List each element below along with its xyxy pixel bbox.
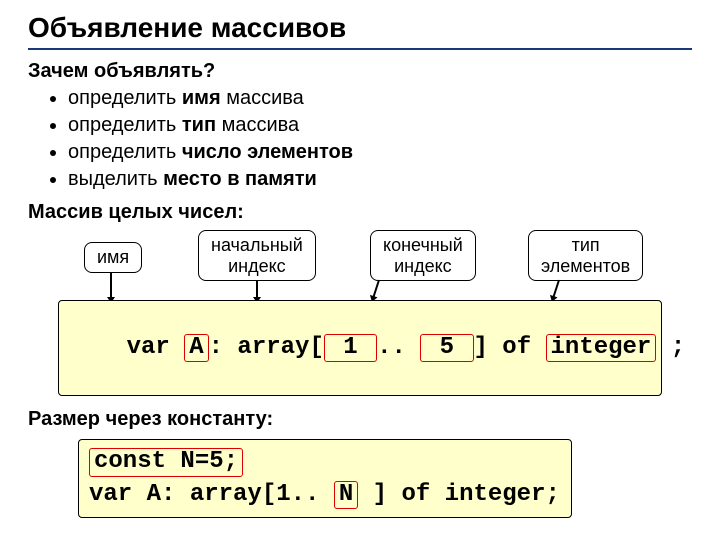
label-end-index: конечный индекс (370, 230, 476, 281)
code-const: const N=5; var A: array[1.. N ] of integ… (78, 439, 572, 518)
page-title: Объявление массивов (28, 12, 692, 44)
connector (371, 280, 380, 302)
why-list: определить имя массива определить тип ма… (28, 85, 692, 193)
list-item: определить число элементов (68, 139, 692, 166)
label-start-index: начальный индекс (198, 230, 316, 281)
int-array-heading: Массив целых чисел: (28, 201, 692, 224)
hl-name: A (184, 334, 208, 362)
hl-n: N (334, 481, 358, 509)
title-rule (28, 48, 692, 50)
label-name: имя (84, 242, 142, 273)
connector (256, 280, 258, 302)
hl-end: 5 (420, 334, 473, 362)
hl-start: 1 (324, 334, 377, 362)
const-heading: Размер через константу: (28, 408, 692, 431)
code-declaration: var A: array[ 1 .. 5 ] of integer ; (58, 300, 662, 396)
list-item: определить имя массива (68, 85, 692, 112)
hl-const: const N=5; (89, 448, 243, 476)
label-element-type: тип элементов (528, 230, 643, 281)
list-item: выделить место в памяти (68, 166, 692, 193)
labels-row: имя начальный индекс конечный индекс тип… (28, 228, 692, 300)
connector (551, 280, 560, 302)
hl-type: integer (546, 334, 657, 362)
why-heading: Зачем объявлять? (28, 60, 692, 83)
connector (110, 272, 112, 302)
list-item: определить тип массива (68, 112, 692, 139)
